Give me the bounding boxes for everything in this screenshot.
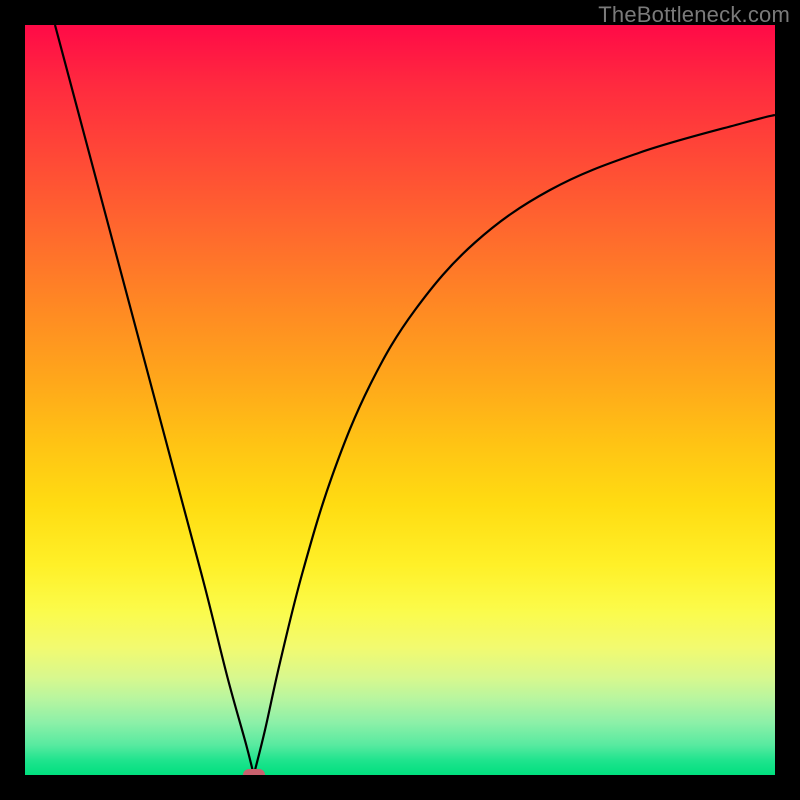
curve-right-branch [254, 115, 775, 775]
plot-area [25, 25, 775, 775]
curve-layer [25, 25, 775, 775]
curve-left-branch [55, 25, 254, 775]
watermark-text: TheBottleneck.com [598, 2, 790, 28]
min-marker [243, 769, 265, 775]
chart-frame: TheBottleneck.com [0, 0, 800, 800]
